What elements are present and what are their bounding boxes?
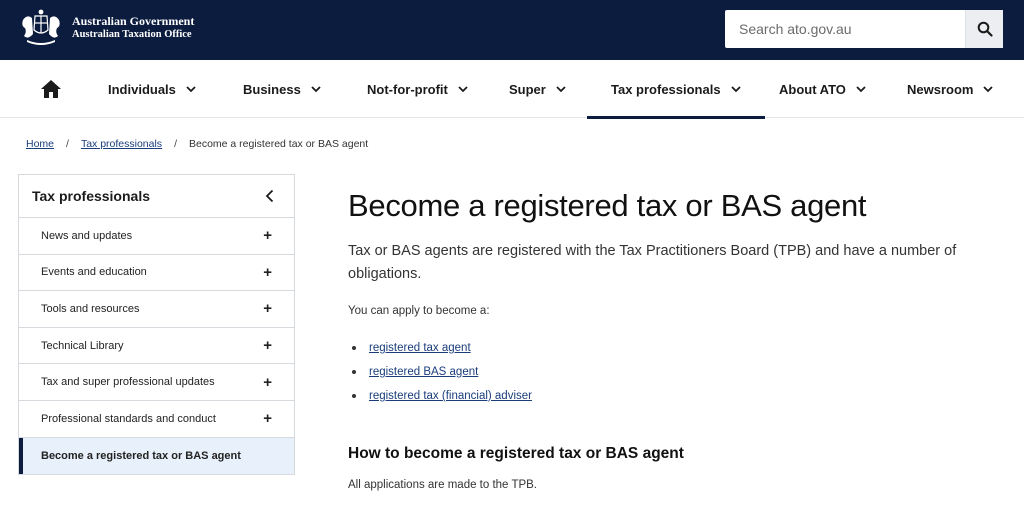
home-icon[interactable] — [40, 79, 62, 99]
breadcrumb-separator: / — [66, 138, 69, 150]
chevron-down-icon — [458, 85, 468, 92]
nav-item-business[interactable]: Business — [243, 60, 321, 118]
sidebar-item-become-registered-agent[interactable]: Become a registered tax or BAS agent — [19, 437, 294, 475]
link-registered-tax-agent[interactable]: registered tax agent — [369, 336, 471, 360]
nav-label: Not-for-profit — [367, 81, 448, 97]
nav-item-newsroom[interactable]: Newsroom — [907, 60, 994, 118]
link-registered-bas-agent[interactable]: registered BAS agent — [369, 360, 478, 384]
plus-icon[interactable]: + — [263, 411, 272, 426]
breadcrumb-separator: / — [174, 138, 177, 150]
gov-line-1: Australian Government — [72, 14, 195, 28]
chevron-down-icon — [311, 85, 321, 92]
sidebar-nav: Tax professionals News and updates + Eve… — [18, 174, 295, 476]
main-content: Become a registered tax or BAS agent Tax… — [348, 186, 998, 491]
breadcrumb-current: Become a registered tax or BAS agent — [188, 138, 369, 150]
chevron-down-icon — [730, 85, 741, 92]
nav-item-individuals[interactable]: Individuals — [108, 60, 196, 118]
search-button[interactable] — [965, 10, 1003, 48]
sidebar-title: Tax professionals — [32, 188, 151, 204]
sidebar-item-technical-library[interactable]: Technical Library + — [19, 328, 294, 365]
sidebar-item-label: Become a registered tax or BAS agent — [41, 449, 241, 462]
chevron-down-icon — [856, 85, 866, 92]
chevron-left-icon[interactable] — [265, 189, 274, 203]
sidebar-item-label: News and updates — [41, 229, 133, 242]
search-box — [725, 10, 1003, 48]
sidebar-item-news-and-updates[interactable]: News and updates + — [19, 218, 294, 255]
sidebar-item-label: Tools and resources — [41, 302, 140, 315]
sidebar-item-label: Events and education — [41, 266, 147, 279]
nav-item-tax-professionals[interactable]: Tax professionals — [587, 60, 765, 119]
plus-icon[interactable]: + — [263, 375, 272, 390]
bullet-icon — [352, 346, 356, 350]
plus-icon[interactable]: + — [263, 338, 272, 353]
nav-label: Newsroom — [907, 81, 974, 97]
section-heading: How to become a registered tax or BAS ag… — [348, 445, 684, 462]
list-item: registered BAS agent — [348, 360, 998, 384]
plus-icon[interactable]: + — [263, 228, 272, 243]
search-icon — [977, 21, 993, 37]
nav-label: Tax professionals — [611, 81, 721, 97]
link-registered-tax-financial-adviser[interactable]: registered tax (financial) adviser — [369, 384, 532, 408]
chevron-down-icon — [186, 85, 196, 92]
section-body-text: All applications are made to the TPB. — [348, 479, 538, 491]
nav-label: Individuals — [108, 81, 176, 97]
sidebar-item-tools-and-resources[interactable]: Tools and resources + — [19, 291, 294, 328]
search-input[interactable] — [725, 10, 966, 48]
plus-icon[interactable]: + — [263, 301, 272, 316]
breadcrumb-section-link[interactable]: Tax professionals — [81, 138, 162, 150]
gov-line-2: Australian Taxation Office — [72, 29, 192, 40]
nav-item-about-ato[interactable]: About ATO — [779, 60, 866, 118]
sidebar-item-label: Professional standards and conduct — [41, 412, 216, 425]
sidebar-item-label: Tax and super professional updates — [41, 376, 215, 389]
apply-intro-text: You can apply to become a: — [348, 305, 490, 317]
sidebar-item-label: Technical Library — [41, 339, 124, 352]
top-header: Australian Government Australian Taxatio… — [0, 0, 1024, 60]
nav-item-super[interactable]: Super — [509, 60, 566, 118]
chevron-down-icon — [556, 85, 566, 92]
sidebar-item-professional-standards-and-conduct[interactable]: Professional standards and conduct + — [19, 401, 294, 438]
crest-logo-icon[interactable] — [17, 6, 65, 48]
main-nav: Individuals Business Not-for-profit Supe… — [0, 60, 1024, 119]
bullet-icon — [352, 370, 356, 374]
breadcrumb: Home / Tax professionals / Become a regi… — [26, 138, 368, 150]
sidebar-item-events-and-education[interactable]: Events and education + — [19, 255, 294, 292]
list-item: registered tax (financial) adviser — [348, 384, 998, 408]
nav-item-not-for-profit[interactable]: Not-for-profit — [367, 60, 468, 118]
lead-paragraph: Tax or BAS agents are registered with th… — [348, 243, 957, 282]
nav-label: About ATO — [779, 81, 846, 97]
bullet-icon — [352, 394, 356, 398]
breadcrumb-home-link[interactable]: Home — [26, 138, 54, 150]
plus-icon[interactable]: + — [263, 265, 272, 280]
nav-label: Business — [243, 81, 301, 97]
government-wordmark[interactable]: Australian Government Australian Taxatio… — [72, 15, 194, 41]
agent-type-links: registered tax agent registered BAS agen… — [348, 336, 998, 408]
page-title: Become a registered tax or BAS agent — [348, 188, 867, 223]
sidebar-item-tax-and-super-professional-updates[interactable]: Tax and super professional updates + — [19, 364, 294, 401]
sidebar-header[interactable]: Tax professionals — [19, 175, 294, 218]
list-item: registered tax agent — [348, 336, 998, 360]
nav-label: Super — [509, 81, 546, 97]
chevron-down-icon — [983, 85, 994, 92]
